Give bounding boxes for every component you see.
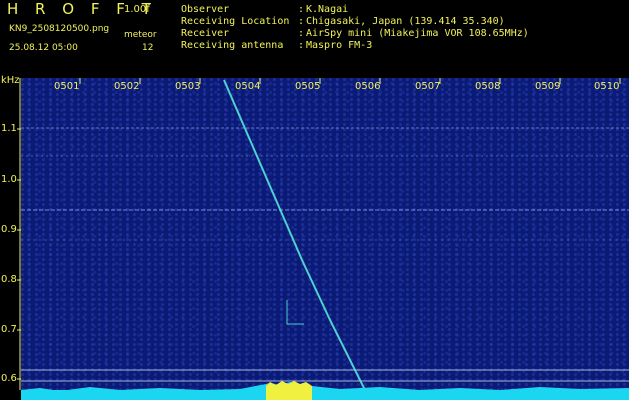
carrier-lines	[21, 127, 629, 382]
time-tick-marks	[79, 78, 621, 84]
meteor-trace	[223, 79, 367, 393]
signal-burst	[266, 381, 312, 400]
baseline-peaks	[21, 382, 629, 400]
spectrogram-overlay	[17, 78, 629, 400]
freq-tick-marks	[17, 78, 21, 390]
echo-marker	[286, 300, 304, 325]
